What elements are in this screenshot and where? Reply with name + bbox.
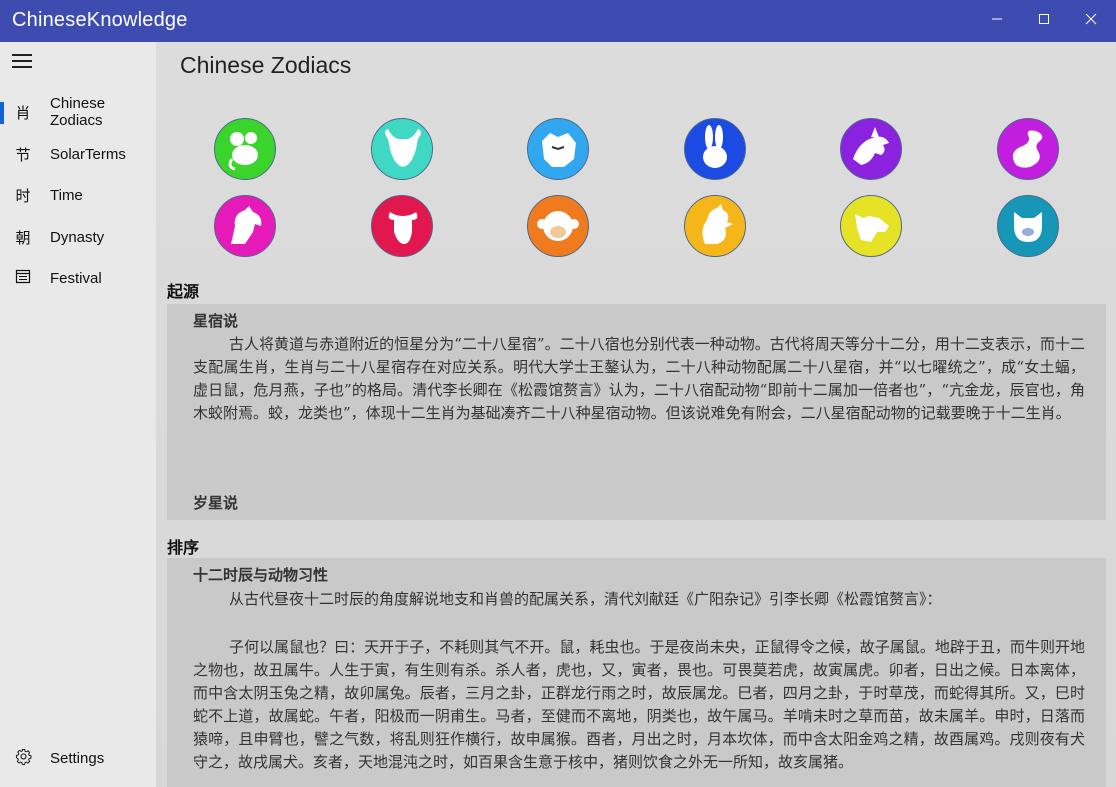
sidebar-item-label: Time (50, 186, 83, 204)
dynasty-glyph-icon: 朝 (15, 228, 31, 247)
order-card[interactable]: 十二时辰与动物习性 从古代昼夜十二时辰的角度解说地支和肖兽的配属关系，清代刘献廷… (167, 558, 1106, 787)
zodiac-tiger-icon[interactable] (527, 118, 589, 180)
zodiac-monkey-icon[interactable] (527, 195, 589, 257)
zodiac-rat-icon[interactable] (214, 118, 276, 180)
sidebar-item-label: Dynasty (50, 228, 105, 246)
sidebar-item-dynasty[interactable]: 朝 Dynasty (0, 217, 156, 257)
page-title: Chinese Zodiacs (180, 52, 352, 78)
origin-subtitle-xingxiu: 星宿说 (193, 312, 239, 330)
order-subtitle: 十二时辰与动物习性 (193, 566, 329, 584)
active-indicator (0, 102, 4, 124)
order-paragraph-intro: 从古代昼夜十二时辰的角度解说地支和肖兽的配属关系，清代刘献廷《广阳杂记》引李长卿… (229, 590, 942, 608)
close-icon (1085, 13, 1097, 25)
zodiac-ox-icon[interactable] (371, 118, 433, 180)
origin-paragraph: 古人将黄道与赤道附近的恒星分为“二十八星宿”。二十八宿也分别代表一种动物。古代将… (193, 335, 1085, 422)
zodiac-goat-icon[interactable] (371, 195, 433, 257)
order-paragraph-body: 子何以属鼠也？曰：天开于子，不耗则其气不开。鼠，耗虫也。于是夜尚未央，正鼠得令之… (193, 638, 1085, 771)
time-glyph-icon: 时 (15, 186, 31, 205)
sidebar-item-label: Settings (50, 749, 105, 767)
festival-icon (14, 268, 32, 288)
minimize-icon (992, 18, 1002, 20)
close-button[interactable] (1068, 0, 1114, 38)
zodiac-glyph-icon: 肖 (15, 103, 31, 122)
sidebar: 肖 Chinese Zodiacs 节 SolarTerms 时 Time 朝 … (0, 42, 156, 787)
zodiac-rabbit-icon[interactable] (684, 118, 746, 180)
app-title: ChineseKnowledge (12, 9, 188, 31)
sidebar-item-settings[interactable]: Settings (0, 738, 156, 778)
maximize-button[interactable] (1021, 0, 1067, 38)
zodiac-dog-icon[interactable] (840, 195, 902, 257)
zodiac-dragon-icon[interactable] (840, 118, 902, 180)
maximize-icon (1039, 14, 1049, 24)
section-heading-order: 排序 (167, 538, 200, 557)
sidebar-item-label: Chinese Zodiacs (50, 95, 106, 129)
title-bar: ChineseKnowledge (0, 0, 1116, 42)
main-content: Chinese Zodiacs 起源 星宿说 古人将黄道与赤道附近的恒星分为“二… (156, 42, 1116, 787)
zodiac-snake-icon[interactable] (997, 118, 1059, 180)
zodiac-horse-icon[interactable] (214, 195, 276, 257)
sidebar-item-festival[interactable]: Festival (0, 258, 156, 298)
hamburger-menu-icon[interactable] (12, 54, 32, 70)
solarterm-glyph-icon: 节 (15, 145, 31, 164)
gear-icon (14, 748, 32, 769)
minimize-button[interactable] (974, 0, 1020, 38)
origin-card: 星宿说 古人将黄道与赤道附近的恒星分为“二十八星宿”。二十八宿也分别代表一种动物… (167, 304, 1106, 520)
origin-subtitle-suixing: 岁星说 (193, 494, 239, 512)
sidebar-item-chinese-zodiacs[interactable]: 肖 Chinese Zodiacs (0, 92, 156, 132)
sidebar-item-time[interactable]: 时 Time (0, 175, 156, 215)
zodiac-rooster-icon[interactable] (684, 195, 746, 257)
zodiac-pig-icon[interactable] (997, 195, 1059, 257)
section-heading-origin: 起源 (167, 282, 200, 301)
sidebar-item-label: Festival (50, 269, 102, 287)
sidebar-item-solarterms[interactable]: 节 SolarTerms (0, 134, 156, 174)
sidebar-item-label: SolarTerms (50, 145, 126, 163)
